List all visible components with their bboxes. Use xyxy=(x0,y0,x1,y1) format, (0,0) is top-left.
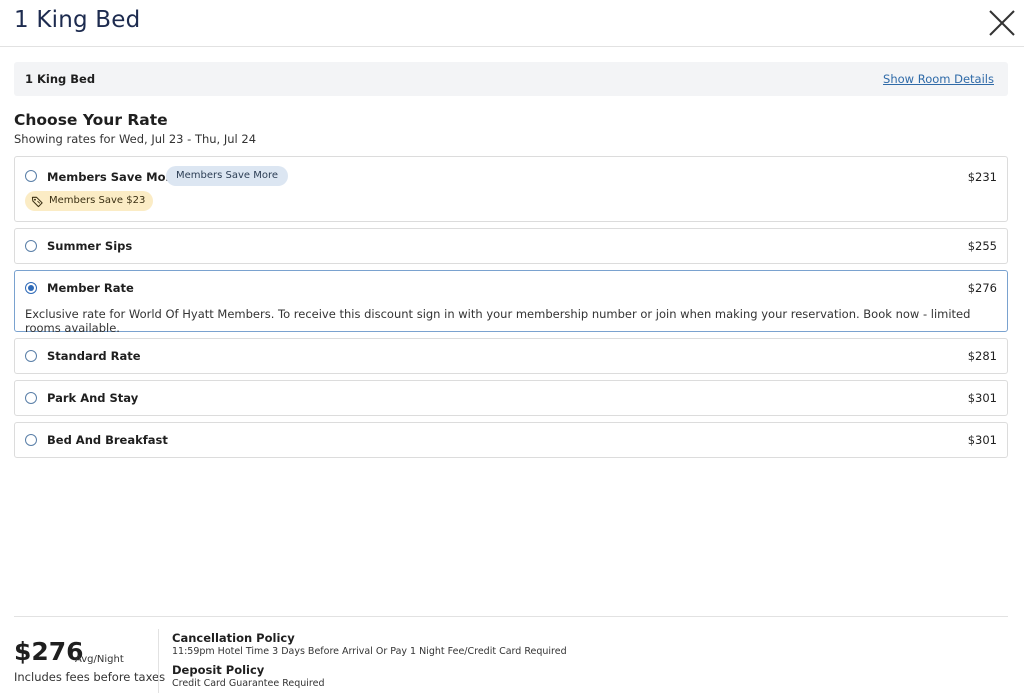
rate-name: Bed And Breakfast xyxy=(47,433,168,447)
cancellation-policy-text: 11:59pm Hotel Time 3 Days Before Arrival… xyxy=(172,646,567,657)
close-button[interactable] xyxy=(984,5,1020,41)
members-savings-badge: Members Save $23 xyxy=(25,191,154,211)
rate-radio[interactable] xyxy=(25,170,37,182)
deposit-policy-text: Credit Card Guarantee Required xyxy=(172,678,325,689)
rate-radio-selected[interactable] xyxy=(25,282,37,294)
dialog-header: 1 King Bed xyxy=(0,0,1024,47)
rate-option-member-rate[interactable]: Member Rate $276 Exclusive rate for Worl… xyxy=(14,270,1008,335)
rate-option-summer-sips[interactable]: Summer Sips $255 xyxy=(14,228,1008,264)
selected-price: $276 xyxy=(14,637,84,666)
close-x-icon xyxy=(989,10,1015,36)
rate-name: Member Rate xyxy=(47,281,134,295)
deposit-policy-title: Deposit Policy xyxy=(172,663,265,677)
rate-option-standard-rate[interactable]: Standard Rate $281 xyxy=(14,338,1008,374)
room-name: 1 King Bed xyxy=(25,72,96,86)
rate-name: Members Save More xyxy=(47,170,179,184)
price-tag-icon xyxy=(31,196,43,207)
rate-price: $281 xyxy=(967,349,997,363)
rate-price: $255 xyxy=(967,239,997,253)
rate-radio[interactable] xyxy=(25,392,37,404)
rate-option-park-and-stay[interactable]: Park And Stay $301 xyxy=(14,380,1008,416)
rate-name: Summer Sips xyxy=(47,239,133,253)
rate-name: Standard Rate xyxy=(47,349,141,363)
show-room-details-link[interactable]: Show Room Details xyxy=(883,72,994,86)
rate-price: $276 xyxy=(967,281,997,295)
rate-description: Exclusive rate for World Of Hyatt Member… xyxy=(25,307,971,335)
dialog-title: 1 King Bed xyxy=(14,7,141,33)
rate-option-bed-and-breakfast[interactable]: Bed And Breakfast $301 xyxy=(14,422,1008,458)
rate-radio[interactable] xyxy=(25,350,37,362)
rate-option-members-save-more[interactable]: Members Save More Members Save More Memb… xyxy=(14,156,1008,222)
members-savings-text: Members Save $23 xyxy=(49,195,146,206)
rate-name: Park And Stay xyxy=(47,391,139,405)
booking-footer: $276 Avg/Night Includes fees before taxe… xyxy=(14,616,1008,698)
choose-rate-heading: Choose Your Rate xyxy=(14,111,168,129)
stay-dates-text: Showing rates for Wed, Jul 23 - Thu, Jul… xyxy=(14,132,257,146)
rate-price: $301 xyxy=(967,433,997,447)
rate-selection-dialog: 1 King Bed 1 King Bed Show Room Details … xyxy=(0,0,1024,698)
cancellation-policy-title: Cancellation Policy xyxy=(172,631,295,645)
members-save-more-badge: Members Save More xyxy=(166,166,289,186)
rate-radio[interactable] xyxy=(25,240,37,252)
rate-price: $301 xyxy=(967,391,997,405)
price-note: Includes fees before taxes xyxy=(14,670,166,684)
room-summary-bar: 1 King Bed Show Room Details xyxy=(14,62,1008,96)
rate-radio[interactable] xyxy=(25,434,37,446)
footer-divider xyxy=(158,629,159,693)
rate-price: $231 xyxy=(967,170,997,184)
price-unit: Avg/Night xyxy=(75,654,124,665)
